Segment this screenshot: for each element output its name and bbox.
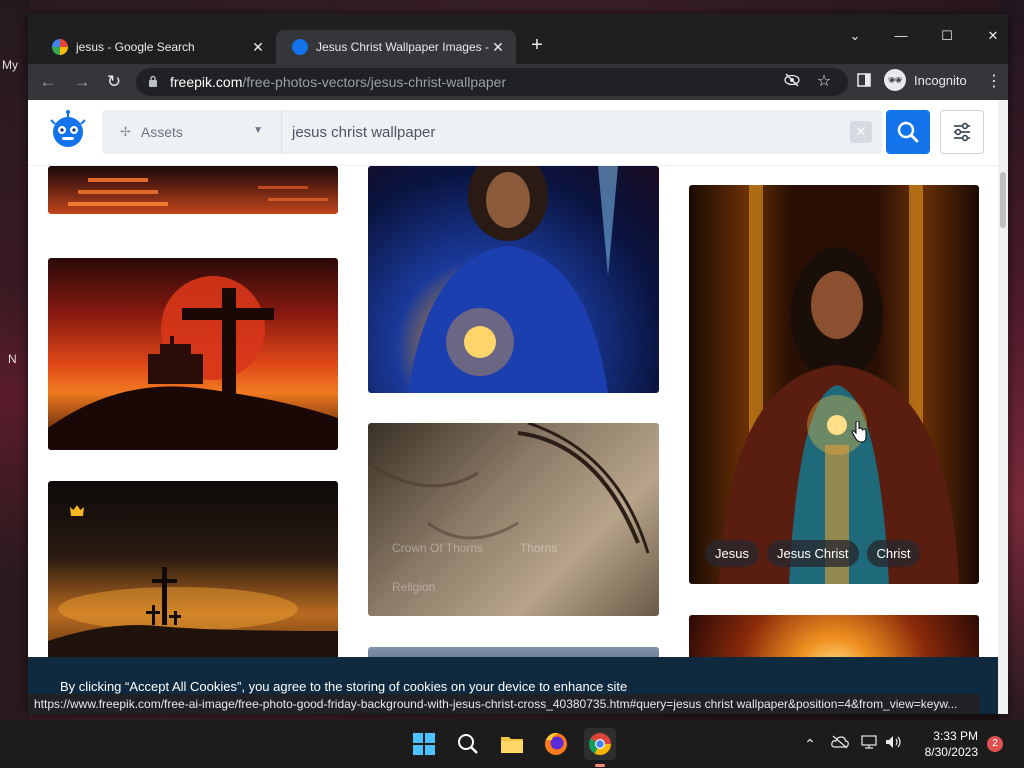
page-scrollbar[interactable] <box>998 100 1008 714</box>
chevron-up-icon[interactable]: ⌃ <box>800 734 820 754</box>
browser-menu-button[interactable]: ⋮ <box>984 70 1004 94</box>
image-cross-sunset[interactable] <box>48 258 338 450</box>
tab-bar: jesus - Google Search ✕ Jesus Christ Wal… <box>28 14 1008 64</box>
image-stairs[interactable] <box>48 166 338 214</box>
link-status-bar: https://www.freepik.com/free-ai-image/fr… <box>28 694 980 714</box>
tab-close-icon[interactable]: ✕ <box>250 39 266 56</box>
address-bar[interactable]: freepik.com /free-photos-vectors/jesus-c… <box>136 68 848 96</box>
freepik-favicon-icon <box>292 39 308 55</box>
tab-freepik[interactable]: Jesus Christ Wallpaper Images - F ✕ <box>276 30 516 64</box>
clock-date: 8/30/2023 <box>924 745 978 759</box>
minimize-button[interactable]: — <box>878 24 924 48</box>
search-icon <box>897 121 919 143</box>
tag-jesus[interactable]: Jesus <box>705 540 759 567</box>
jesus-praying-illustration <box>719 185 959 584</box>
image-jesus-praying[interactable]: Jesus Jesus Christ Christ <box>689 185 979 584</box>
notification-badge[interactable]: 2 <box>987 736 1003 752</box>
faded-tag-thorns: Thorns <box>520 541 558 555</box>
maximize-button[interactable]: ☐ <box>924 24 970 48</box>
stairs-illustration <box>68 178 328 206</box>
assets-label: Assets <box>140 124 183 140</box>
tab-close-icon[interactable]: ✕ <box>490 39 506 56</box>
system-clock[interactable]: 3:33 PM 8/30/2023 <box>914 728 978 760</box>
incognito-indicator[interactable]: 🕶 Incognito <box>884 69 967 91</box>
browser-toolbar: ← → ↻ freepik.com /free-photos-vectors/j… <box>28 64 1008 100</box>
image-crown-of-thorns[interactable]: Crown Of Thorns Thorns Religion <box>368 423 659 616</box>
image-tags: Jesus Jesus Christ Christ <box>705 540 921 567</box>
hand-cursor-icon <box>851 420 867 448</box>
file-explorer-icon[interactable] <box>496 728 528 760</box>
incognito-label: Incognito <box>914 72 967 88</box>
tag-jesus-christ[interactable]: Jesus Christ <box>766 540 859 567</box>
back-button[interactable]: ← <box>36 70 60 94</box>
tag-christ[interactable]: Christ <box>866 540 921 567</box>
cookie-banner-text: By clicking “Accept All Cookies”, you ag… <box>60 679 628 694</box>
close-window-button[interactable]: ✕ <box>970 24 1008 48</box>
filters-button[interactable] <box>940 110 984 154</box>
freepik-logo-icon[interactable] <box>48 110 88 150</box>
volume-icon[interactable] <box>884 734 904 754</box>
network-icon[interactable] <box>860 734 880 754</box>
eye-slash-icon[interactable] <box>782 72 802 92</box>
faded-tag-crown-of-thorns: Crown Of Thorns <box>392 541 484 555</box>
tab-title: jesus - Google Search <box>76 40 195 54</box>
clear-search-button[interactable]: ✕ <box>850 121 872 143</box>
desktop-icon-label-my[interactable]: My <box>2 58 18 72</box>
site-search-bar: ✢ Assets ▼ jesus christ wallpaper ✕ <box>102 110 882 154</box>
tab-search-dropdown-icon[interactable]: ⌄ <box>832 24 878 48</box>
clock-time: 3:33 PM <box>933 729 978 743</box>
search-icon[interactable] <box>452 728 484 760</box>
assets-dropdown[interactable]: ✢ Assets ▼ <box>102 110 282 154</box>
desktop-icon-label-n[interactable]: N <box>8 352 17 366</box>
search-button[interactable] <box>886 110 930 154</box>
google-icon <box>52 39 68 55</box>
windows-start-icon[interactable] <box>408 728 440 760</box>
bookmark-star-icon[interactable]: ☆ <box>814 72 834 92</box>
faded-tag-religion: Religion <box>392 580 436 594</box>
taskbar: ⌃ 3:33 PM 8/30/2023 2 <box>0 720 1024 768</box>
image-crosses-hill[interactable] <box>48 481 338 671</box>
tab-google-search[interactable]: jesus - Google Search ✕ <box>36 30 276 64</box>
lock-icon[interactable] <box>148 75 162 90</box>
tab-title: Jesus Christ Wallpaper Images - F <box>316 40 490 54</box>
incognito-icon: 🕶 <box>884 69 906 91</box>
site-header: ✢ Assets ▼ jesus christ wallpaper ✕ <box>28 100 998 166</box>
chrome-icon[interactable] <box>584 728 616 767</box>
assets-icon: ✢ <box>120 124 131 139</box>
premium-crown-icon <box>70 503 84 521</box>
firefox-icon[interactable] <box>540 728 572 760</box>
reload-button[interactable]: ↻ <box>102 70 126 94</box>
jesus-blue-robe-illustration <box>408 166 618 393</box>
sliders-icon <box>954 122 970 142</box>
caret-down-icon: ▼ <box>253 125 263 136</box>
cloud-offline-icon[interactable] <box>830 734 850 754</box>
cross-sunset-illustration <box>48 276 338 450</box>
side-panel-icon[interactable] <box>854 72 874 92</box>
web-page: ✢ Assets ▼ jesus christ wallpaper ✕ Crow… <box>28 100 1008 714</box>
url-host: freepik.com <box>170 74 243 90</box>
site-search-input[interactable]: jesus christ wallpaper <box>282 124 850 141</box>
scrollbar-thumb[interactable] <box>1000 172 1006 228</box>
crosses-hill-illustration <box>48 567 338 671</box>
new-tab-button[interactable]: + <box>526 34 548 56</box>
url-path: /free-photos-vectors/jesus-christ-wallpa… <box>242 74 507 90</box>
forward-button[interactable]: → <box>70 70 94 94</box>
browser-window: jesus - Google Search ✕ Jesus Christ Wal… <box>28 14 1008 714</box>
image-jesus-blue-robe[interactable] <box>368 166 659 393</box>
